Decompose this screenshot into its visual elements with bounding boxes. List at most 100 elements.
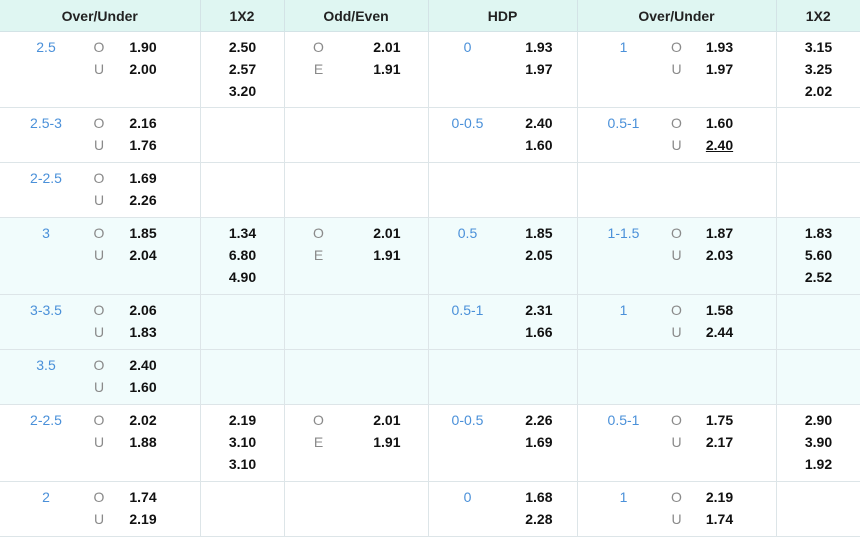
hdp-away-odds[interactable]: 2.05 xyxy=(499,244,553,266)
under-odds[interactable]: 1.60 xyxy=(112,376,174,398)
hdp-home-odds[interactable]: 1.93 xyxy=(499,36,553,58)
1x2-odds[interactable]: 6.80 xyxy=(201,244,285,266)
hdp-away-odds[interactable]: 1.60 xyxy=(499,134,553,156)
under-odds[interactable]: 1.74 xyxy=(688,508,752,530)
1x2-odds[interactable]: 4.90 xyxy=(201,266,285,288)
odd-odds[interactable]: 2.01 xyxy=(345,222,401,244)
1x2-odds[interactable]: 1.83 xyxy=(777,222,860,244)
even-label: E xyxy=(309,58,329,80)
1x2-odds[interactable]: 2.02 xyxy=(777,80,860,102)
odd-odds[interactable]: 2.01 xyxy=(345,409,401,431)
1x2-cell: 1.346.804.90 xyxy=(200,218,284,295)
over-under-cell: 2-2.5O2.02U1.88 xyxy=(0,405,200,482)
even-odds[interactable]: 1.91 xyxy=(345,58,401,80)
over-under-cell: 2O1.74U2.19 xyxy=(0,482,200,537)
under-odds[interactable]: 2.26 xyxy=(112,189,174,211)
1x2-2-cell xyxy=(776,163,860,218)
header-over-under-2: Over/Under xyxy=(577,0,776,32)
1x2-odds[interactable]: 1.34 xyxy=(201,222,285,244)
under-odds[interactable]: 2.04 xyxy=(112,244,174,266)
1x2-odds[interactable]: 2.19 xyxy=(201,409,285,431)
1x2-odds[interactable]: 2.50 xyxy=(201,36,285,58)
even-odds[interactable]: 1.91 xyxy=(345,244,401,266)
hdp-line: 0.5 xyxy=(429,222,507,244)
hdp-away-odds[interactable]: 1.69 xyxy=(499,431,553,453)
1x2-odds[interactable]: 3.90 xyxy=(777,431,860,453)
under-label: U xyxy=(88,189,110,211)
over-odds[interactable]: 2.06 xyxy=(112,299,174,321)
under-odds[interactable]: 1.83 xyxy=(112,321,174,343)
over-odds[interactable]: 1.90 xyxy=(112,36,174,58)
hdp-home-odds[interactable]: 1.68 xyxy=(499,486,553,508)
1x2-odds[interactable]: 3.25 xyxy=(777,58,860,80)
even-odds[interactable]: 1.91 xyxy=(345,431,401,453)
under-odds[interactable]: 2.40 xyxy=(688,134,752,156)
under-odds[interactable]: 1.88 xyxy=(112,431,174,453)
under-odds[interactable]: 2.44 xyxy=(688,321,752,343)
over-label: O xyxy=(666,36,688,58)
over-odds[interactable]: 1.69 xyxy=(112,167,174,189)
under-odds[interactable]: 1.97 xyxy=(688,58,752,80)
hdp-away-odds[interactable]: 1.66 xyxy=(499,321,553,343)
1x2-odds[interactable]: 3.15 xyxy=(777,36,860,58)
hdp-cell: 01.682.28 xyxy=(428,482,577,537)
1x2-odds[interactable]: 2.57 xyxy=(201,58,285,80)
odd-odds[interactable]: 2.01 xyxy=(345,36,401,58)
hdp-away-odds[interactable]: 1.97 xyxy=(499,58,553,80)
header-hdp: HDP xyxy=(428,0,577,32)
over-odds[interactable]: 1.93 xyxy=(688,36,752,58)
over-under-line: 0.5-1 xyxy=(578,409,670,431)
header-row: Over/Under 1X2 Odd/Even HDP Over/Under 1… xyxy=(0,0,860,32)
hdp-line: 0 xyxy=(429,36,507,58)
1x2-odds[interactable]: 3.20 xyxy=(201,80,285,102)
over-odds[interactable]: 2.40 xyxy=(112,354,174,376)
over-under-cell: 3-3.5O2.06U1.83 xyxy=(0,295,200,350)
1x2-odds[interactable]: 3.10 xyxy=(201,453,285,475)
hdp-cell: 0-0.52.401.60 xyxy=(428,108,577,163)
odd-label: O xyxy=(309,36,329,58)
hdp-home-odds[interactable]: 2.31 xyxy=(499,299,553,321)
table-row: 2.5-3O2.16U1.760-0.52.401.600.5-1O1.60U2… xyxy=(0,108,860,163)
1x2-cell xyxy=(200,350,284,405)
table-row: 2O1.74U2.1901.682.281O2.19U1.74 xyxy=(0,482,860,537)
under-odds[interactable]: 2.03 xyxy=(688,244,752,266)
over-odds[interactable]: 2.02 xyxy=(112,409,174,431)
hdp-home-odds[interactable]: 1.85 xyxy=(499,222,553,244)
1x2-cell xyxy=(200,163,284,218)
table-row: 3O1.85U2.041.346.804.90O2.01E1.910.51.85… xyxy=(0,218,860,295)
over-odds[interactable]: 1.74 xyxy=(112,486,174,508)
1x2-odds[interactable]: 3.10 xyxy=(201,431,285,453)
over-odds[interactable]: 1.87 xyxy=(688,222,752,244)
under-odds[interactable]: 2.00 xyxy=(112,58,174,80)
over-odds[interactable]: 1.58 xyxy=(688,299,752,321)
over-label: O xyxy=(88,299,110,321)
odds-table: Over/Under 1X2 Odd/Even HDP Over/Under 1… xyxy=(0,0,860,537)
1x2-odds[interactable]: 5.60 xyxy=(777,244,860,266)
under-label: U xyxy=(666,134,688,156)
over-odds[interactable]: 2.16 xyxy=(112,112,174,134)
under-label: U xyxy=(88,244,110,266)
1x2-odds[interactable]: 1.92 xyxy=(777,453,860,475)
under-odds[interactable]: 2.19 xyxy=(112,508,174,530)
under-odds[interactable]: 2.17 xyxy=(688,431,752,453)
hdp-home-odds[interactable]: 2.26 xyxy=(499,409,553,431)
over-under-2-cell: 1O1.93U1.97 xyxy=(577,32,776,108)
hdp-line: 0-0.5 xyxy=(429,112,507,134)
over-odds[interactable]: 2.19 xyxy=(688,486,752,508)
hdp-away-odds[interactable]: 2.28 xyxy=(499,508,553,530)
hdp-home-odds[interactable]: 2.40 xyxy=(499,112,553,134)
under-odds[interactable]: 1.76 xyxy=(112,134,174,156)
1x2-cell xyxy=(200,295,284,350)
under-label: U xyxy=(666,431,688,453)
over-under-line: 2.5-3 xyxy=(0,112,92,134)
over-under-cell: 2.5-3O2.16U1.76 xyxy=(0,108,200,163)
1x2-odds[interactable]: 2.90 xyxy=(777,409,860,431)
hdp-cell: 0-0.52.261.69 xyxy=(428,405,577,482)
1x2-odds[interactable]: 2.52 xyxy=(777,266,860,288)
over-odds[interactable]: 1.75 xyxy=(688,409,752,431)
over-label: O xyxy=(88,409,110,431)
over-odds[interactable]: 1.85 xyxy=(112,222,174,244)
odd-even-cell: O2.01E1.91 xyxy=(284,405,428,482)
over-under-cell: 2-2.5O1.69U2.26 xyxy=(0,163,200,218)
over-odds[interactable]: 1.60 xyxy=(688,112,752,134)
